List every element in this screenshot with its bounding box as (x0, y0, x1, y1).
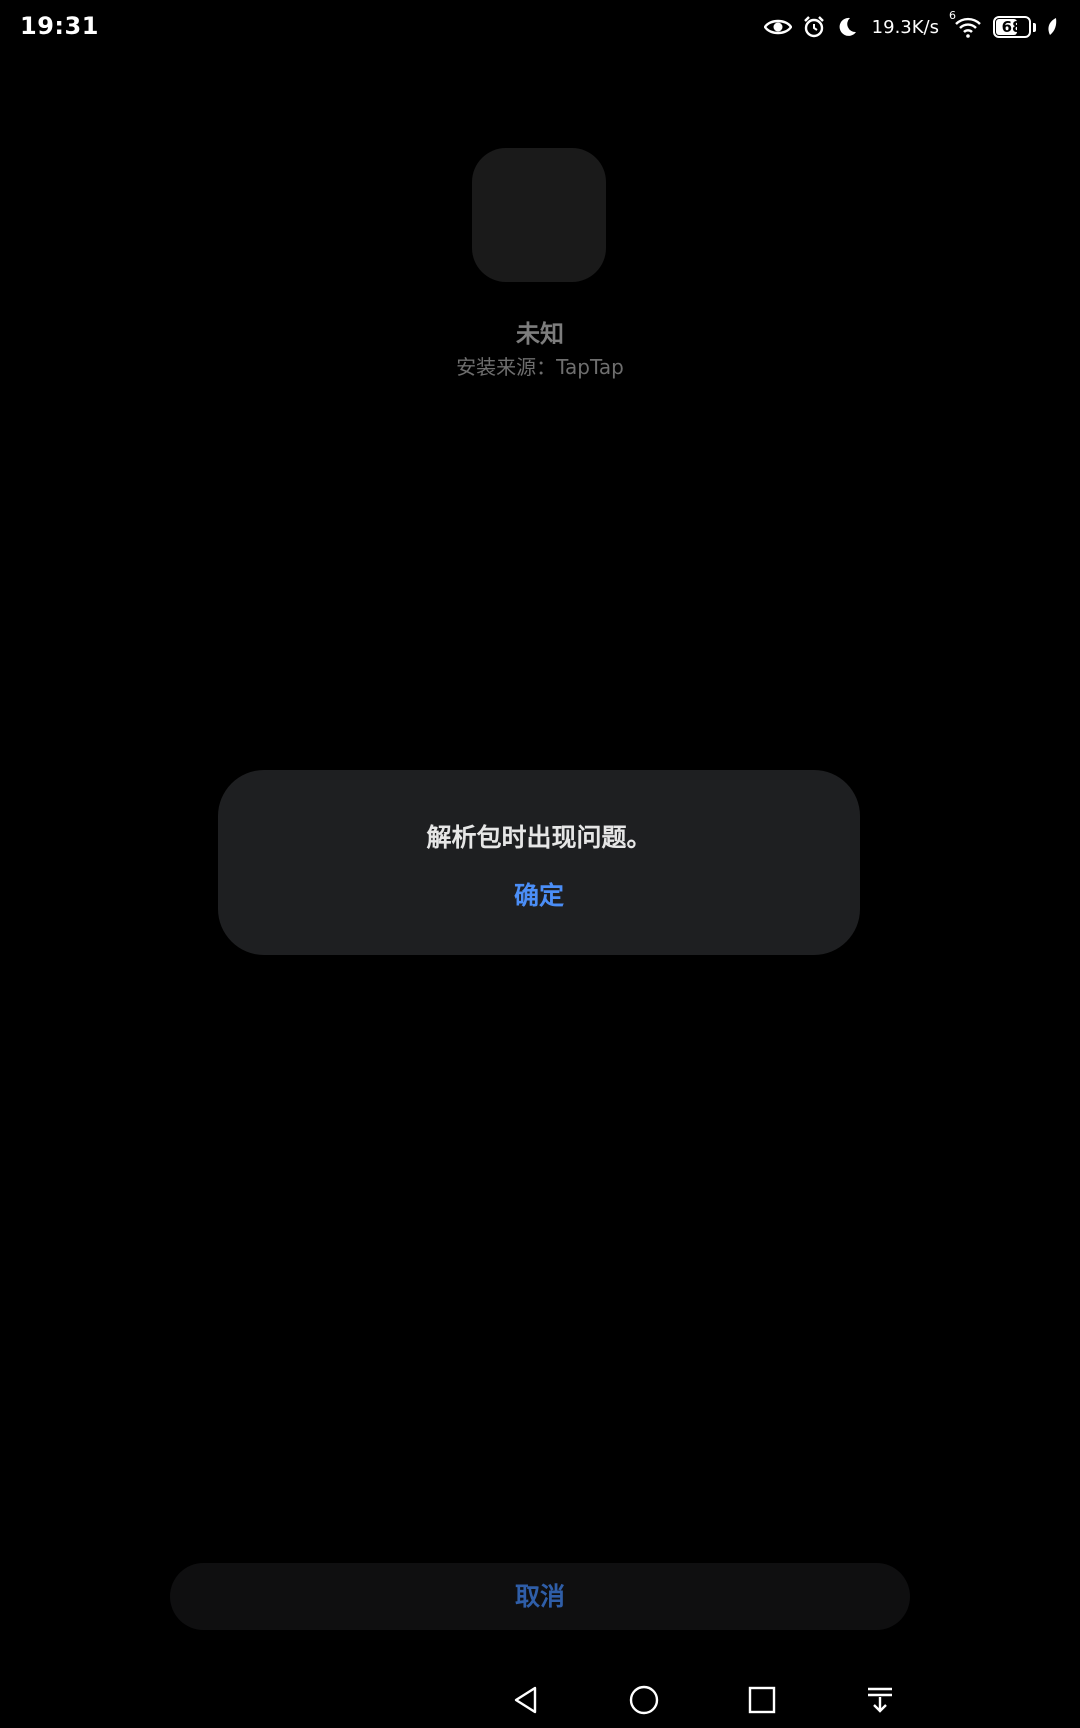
network-speed: 19.3K/s (871, 16, 939, 38)
wifi-signal-label: 6 (949, 9, 956, 22)
moon-icon (836, 16, 858, 38)
cancel-button[interactable]: 取消 (170, 1563, 910, 1630)
navigation-bar (0, 1670, 1080, 1728)
install-source: 安装来源：TapTap (456, 355, 624, 379)
status-icons: 19.3K/s 6 68 (763, 9, 1058, 42)
recents-icon[interactable] (742, 1680, 782, 1720)
eye-icon (763, 17, 792, 37)
dialog-message: 解析包时出现问题。 (426, 823, 652, 852)
battery-level: 68 (1001, 18, 1023, 36)
confirm-button[interactable]: 确定 (439, 866, 639, 926)
home-icon[interactable] (624, 1680, 664, 1720)
leaf-icon (1046, 17, 1058, 37)
alarm-icon (802, 15, 826, 39)
error-dialog: 解析包时出现问题。 确定 (218, 770, 860, 955)
back-icon[interactable] (506, 1680, 546, 1720)
app-name: 未知 (516, 320, 564, 348)
battery-tip (1033, 22, 1036, 32)
notification-pulldown-icon[interactable] (860, 1680, 900, 1720)
wifi-icon: 6 (949, 9, 983, 39)
status-time: 19:31 (20, 12, 99, 40)
status-bar: 19:31 19.3K/s 6 68 (0, 0, 1080, 56)
battery-icon: 68 (993, 16, 1031, 38)
app-icon-placeholder (472, 148, 606, 282)
